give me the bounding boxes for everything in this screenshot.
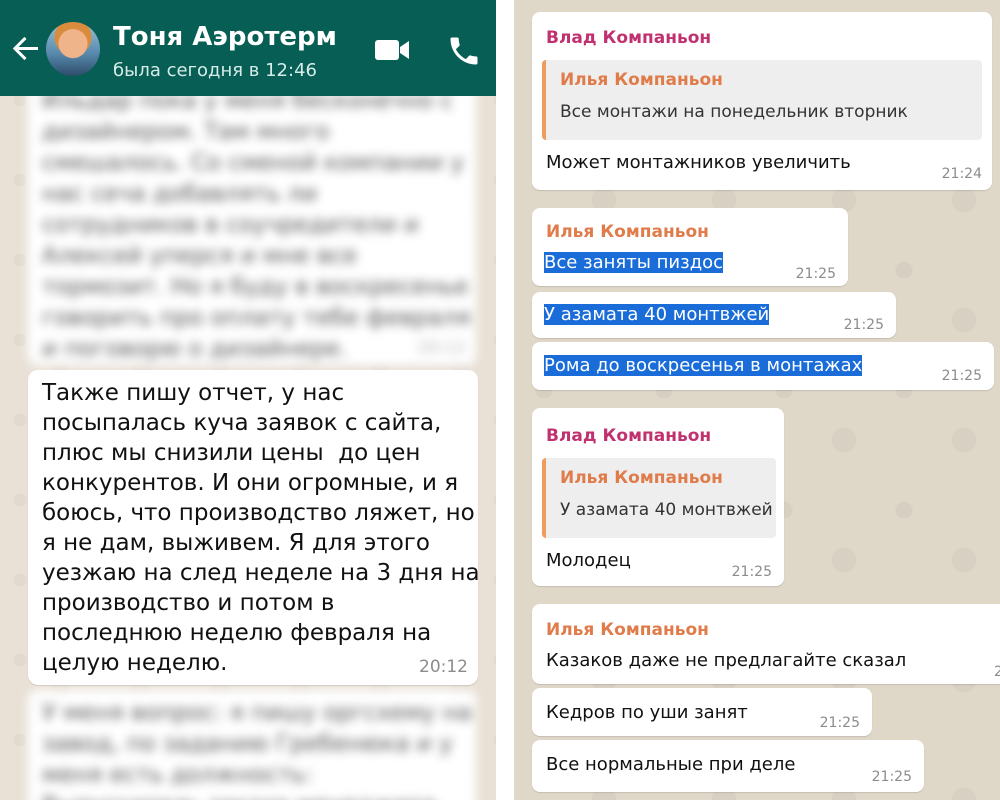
sender-name: Влад Компаньон: [546, 28, 712, 48]
left-chat-screenshot: Ильдар пока у меня бесконечно с дизайнер…: [0, 0, 496, 800]
message-text-highlighted: Рома до воскресенья в монтажах: [544, 355, 863, 376]
message-time: 21:24: [941, 166, 982, 182]
contact-name[interactable]: Тоня Аэротерм: [113, 22, 337, 52]
sender-name: Илья Компаньон: [546, 222, 709, 242]
message-bubble[interactable]: У азамата 40 монтвжей 21:25: [532, 292, 896, 338]
contact-status: была сегодня в 12:46: [113, 60, 317, 81]
message-text-highlighted: У азамата 40 монтвжей: [544, 304, 770, 325]
message-bubble-blurred: Ильдар пока у меня бесконечно с дизайнер…: [28, 80, 476, 366]
message-time: 20:12: [417, 338, 466, 358]
message-text: Кедров по уши занят: [546, 702, 748, 723]
quoted-message[interactable]: Илья Компаньон Все монтажи на понедельни…: [542, 60, 982, 140]
message-time: 21:25: [819, 715, 860, 731]
message-text: Казаков даже не предлагайте сказал: [546, 650, 907, 671]
back-arrow-icon[interactable]: [8, 30, 44, 66]
message-time: 21:25: [941, 368, 982, 384]
message-time: 21:25: [843, 317, 884, 333]
message-time: 21:25: [795, 266, 836, 282]
quoted-sender: Илья Компаньон: [560, 70, 723, 90]
message-bubble[interactable]: Кедров по уши занят 21:25: [532, 688, 872, 736]
message-text-highlighted: Все заняты пиздос: [544, 252, 724, 273]
message-text: Ильдар пока у меня бесконечно с дизайнер…: [42, 88, 471, 362]
sender-name: Илья Компаньон: [546, 620, 709, 640]
message-text: Молодец: [546, 550, 631, 571]
phone-icon[interactable]: [446, 33, 482, 69]
quoted-sender: Илья Компаньон: [560, 468, 723, 488]
message-text: У меня вопрос: я пишу оргсхему на завод,…: [42, 700, 472, 800]
message-text: Может монтажников увеличить: [546, 152, 851, 173]
quoted-text: Все монтажи на понедельник вторник: [560, 102, 908, 122]
sender-name: Влад Компаньон: [546, 426, 712, 446]
message-text: Также пишу отчет, у нас посыпалась куча …: [42, 380, 480, 676]
right-chat-screenshot: Влад Компаньон Илья Компаньон Все монтаж…: [514, 0, 1000, 800]
quoted-message[interactable]: Илья Компаньон У азамата 40 монтвжей: [542, 458, 776, 538]
message-bubble[interactable]: Рома до воскресенья в монтажах 21:25: [532, 342, 994, 390]
message-time: 20:12: [419, 657, 468, 677]
quoted-text: У азамата 40 монтвжей: [560, 500, 773, 520]
message-time: 21: [994, 664, 1000, 680]
message-text: Все нормальные при деле: [546, 754, 796, 775]
message-time: 21:25: [871, 769, 912, 785]
video-call-icon[interactable]: [374, 38, 410, 62]
message-bubble-blurred: У меня вопрос: я пишу оргсхему на завод,…: [28, 690, 476, 800]
message-bubble[interactable]: Также пишу отчет, у нас посыпалась куча …: [28, 370, 480, 685]
message-bubble[interactable]: Все нормальные при деле 21:25: [532, 740, 924, 792]
message-bubble-reply[interactable]: Влад Компаньон Илья Компаньон Все монтаж…: [532, 12, 992, 190]
message-bubble[interactable]: Илья Компаньон Все заняты пиздос 21:25: [532, 208, 848, 286]
avatar[interactable]: [46, 22, 100, 76]
chat-header: Тоня Аэротерм была сегодня в 12:46: [0, 0, 496, 96]
message-bubble[interactable]: Илья Компаньон Казаков даже не предлагай…: [532, 604, 1000, 684]
message-bubble-reply[interactable]: Влад Компаньон Илья Компаньон У азамата …: [532, 408, 784, 586]
message-time: 21:25: [731, 564, 772, 580]
